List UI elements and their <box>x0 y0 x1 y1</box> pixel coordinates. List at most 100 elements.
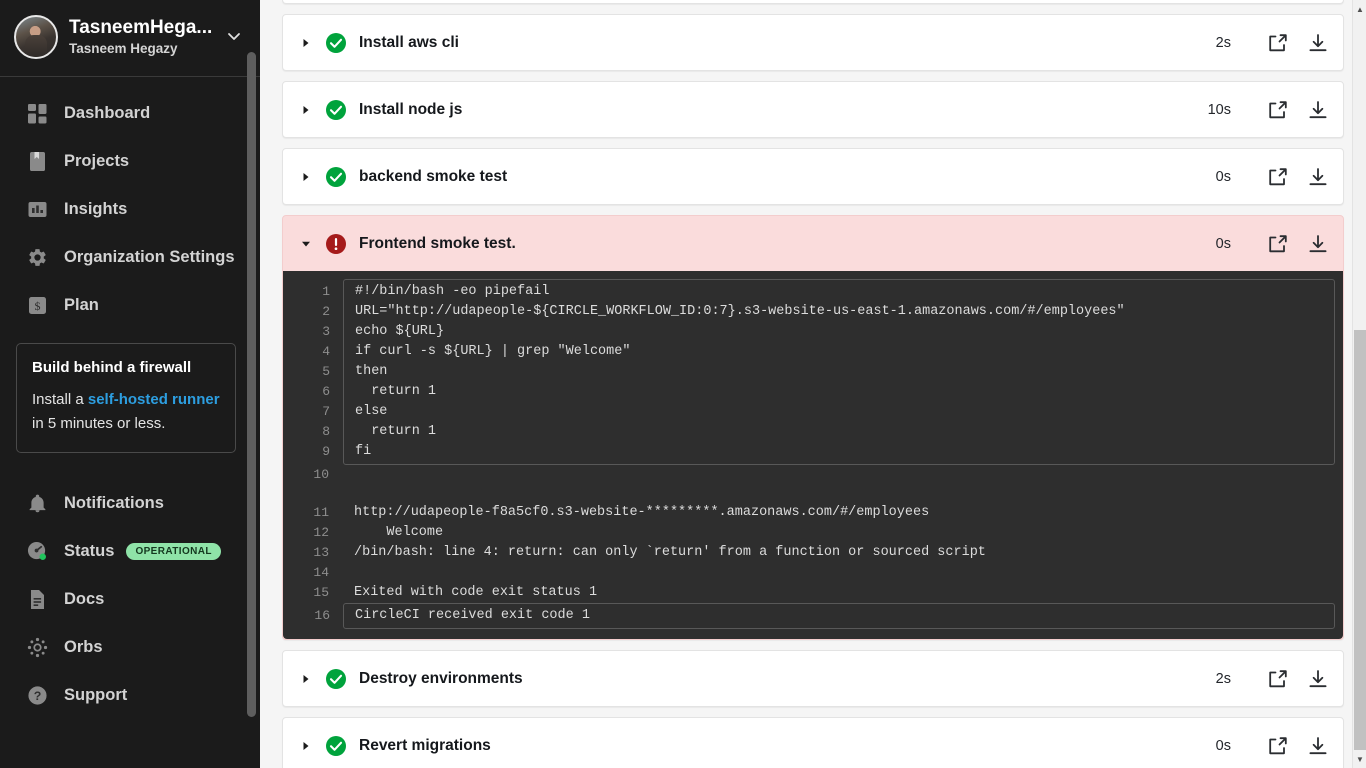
log-line: 15 Exited with code exit status 1 <box>313 583 1335 603</box>
line-text: http://udapeople-f8a5cf0.s3-website-****… <box>354 505 930 520</box>
insights-icon <box>27 199 48 220</box>
dashboard-icon <box>27 103 48 124</box>
sidebar-item-docs[interactable]: Docs <box>0 575 260 623</box>
promo-title: Build behind a firewall <box>32 359 192 376</box>
download-icon[interactable] <box>1307 99 1329 121</box>
step-row[interactable]: Install aws cli 2s <box>283 15 1343 70</box>
download-icon[interactable] <box>1307 233 1329 255</box>
line-number: 12 <box>313 525 329 540</box>
line-number: 9 <box>322 444 330 459</box>
step-duration: 0s <box>1215 737 1231 754</box>
line-number: 6 <box>322 384 330 399</box>
step-card-backend-smoke-test: backend smoke test 0s <box>282 148 1344 205</box>
log-line: 8 return 1 <box>322 422 1334 442</box>
external-link-icon[interactable] <box>1267 735 1289 757</box>
log-line: 6 return 1 <box>322 382 1334 402</box>
question-circle-icon: ? <box>27 685 48 706</box>
chevron-down-icon[interactable] <box>301 239 313 249</box>
log-line: 7 else <box>322 402 1334 422</box>
sidebar: TasneemHega... Tasneem Hegazy Dashboard … <box>0 0 260 768</box>
log-line: 10 <box>313 465 1335 485</box>
external-link-icon[interactable] <box>1267 99 1289 121</box>
scroll-down-arrow-icon[interactable]: ▼ <box>1353 751 1366 767</box>
chevron-right-icon[interactable] <box>301 172 313 182</box>
sidebar-item-label: Status <box>64 541 115 560</box>
line-number: 13 <box>313 545 329 560</box>
external-link-icon[interactable] <box>1267 668 1289 690</box>
line-text <box>343 465 362 485</box>
step-duration: 0s <box>1215 168 1231 185</box>
line-text: else <box>355 404 388 419</box>
line-text: echo ${URL} <box>355 324 445 339</box>
download-icon[interactable] <box>1307 32 1329 54</box>
external-link-icon[interactable] <box>1267 233 1289 255</box>
sidebar-item-plan[interactable]: $ Plan <box>0 281 260 329</box>
chevron-right-icon[interactable] <box>301 741 313 751</box>
dollar-icon: $ <box>27 295 48 316</box>
script-block: 1 #!/bin/bash -eo pipefail 2 URL="http://u… <box>322 279 1335 465</box>
scroll-up-arrow-icon[interactable]: ▲ <box>1353 1 1366 17</box>
primary-nav: Dashboard Projects Insights Organization… <box>0 77 260 329</box>
chevron-down-icon[interactable] <box>222 28 246 47</box>
download-icon[interactable] <box>1307 668 1329 690</box>
line-text: Welcome <box>354 525 444 540</box>
line-number: 7 <box>322 404 330 419</box>
line-number: 11 <box>313 505 329 520</box>
self-hosted-runner-link[interactable]: self-hosted runner <box>88 391 220 408</box>
download-icon[interactable] <box>1307 735 1329 757</box>
line-text: return 1 <box>355 424 437 439</box>
page-scrollbar[interactable]: ▲ ▼ <box>1352 0 1366 768</box>
sidebar-item-label: Insights <box>64 199 128 218</box>
secondary-nav: Notifications Status OPERATIONAL Docs Or… <box>0 479 260 719</box>
external-link-icon[interactable] <box>1267 32 1289 54</box>
chevron-right-icon[interactable] <box>301 38 313 48</box>
bell-icon <box>27 493 48 514</box>
page-scrollbar-thumb[interactable] <box>1354 330 1366 750</box>
step-row[interactable]: Install node js 10s <box>283 82 1343 137</box>
sidebar-item-insights[interactable]: Insights <box>0 185 260 233</box>
svg-text:$: $ <box>35 299 41 313</box>
line-text: /bin/bash: line 4: return: can only `ret… <box>354 545 986 560</box>
sidebar-item-label: Organization Settings <box>64 247 235 266</box>
step-row[interactable]: Revert migrations 0s <box>283 718 1343 768</box>
line-number: 4 <box>322 344 330 359</box>
log-line: 5 then <box>322 362 1334 382</box>
step-duration: 0s <box>1215 235 1231 252</box>
line-number: 3 <box>322 324 330 339</box>
line-number: 5 <box>322 364 330 379</box>
status-badge: OPERATIONAL <box>126 542 221 560</box>
step-output-terminal[interactable]: 1 #!/bin/bash -eo pipefail 2 URL="http://u… <box>283 271 1343 639</box>
step-row[interactable]: Destroy environments 2s <box>283 651 1343 706</box>
sidebar-item-projects[interactable]: Projects <box>0 137 260 185</box>
download-icon[interactable] <box>1307 166 1329 188</box>
sidebar-item-organization-settings[interactable]: Organization Settings <box>0 233 260 281</box>
line-text: #!/bin/bash -eo pipefail <box>355 284 550 299</box>
sidebar-item-label: Projects <box>64 151 130 170</box>
sidebar-item-dashboard[interactable]: Dashboard <box>0 89 260 137</box>
sidebar-item-label: Support <box>64 685 128 704</box>
line-text: if curl -s ${URL} | grep "Welcome" <box>355 344 631 359</box>
line-text: then <box>355 364 388 379</box>
orbs-icon <box>27 637 48 658</box>
sidebar-item-orbs[interactable]: Orbs <box>0 623 260 671</box>
sidebar-item-support[interactable]: ? Support <box>0 671 260 719</box>
output-spacer <box>343 485 1335 503</box>
sidebar-item-label: Dashboard <box>64 103 151 122</box>
external-link-icon[interactable] <box>1267 166 1289 188</box>
log-line: 11 http://udapeople-f8a5cf0.s3-website-**… <box>313 503 1335 523</box>
org-switcher[interactable]: TasneemHega... Tasneem Hegazy <box>0 0 260 77</box>
promo-text: Install a self-hosted runner in 5 minute… <box>32 388 220 436</box>
line-number: 2 <box>322 304 330 319</box>
line-text <box>343 563 362 583</box>
sidebar-scrollbar[interactable] <box>247 52 256 717</box>
step-duration: 2s <box>1215 34 1231 51</box>
chevron-right-icon[interactable] <box>301 674 313 684</box>
chevron-right-icon[interactable] <box>301 105 313 115</box>
promo-text-before: Install a <box>32 391 88 408</box>
step-duration: 2s <box>1215 670 1231 687</box>
sidebar-item-status[interactable]: Status OPERATIONAL <box>0 527 260 575</box>
step-row[interactable]: Frontend smoke test. 0s <box>283 216 1343 271</box>
sidebar-item-notifications[interactable]: Notifications <box>0 479 260 527</box>
line-number: 14 <box>313 565 329 580</box>
step-row[interactable]: backend smoke test 0s <box>283 149 1343 204</box>
